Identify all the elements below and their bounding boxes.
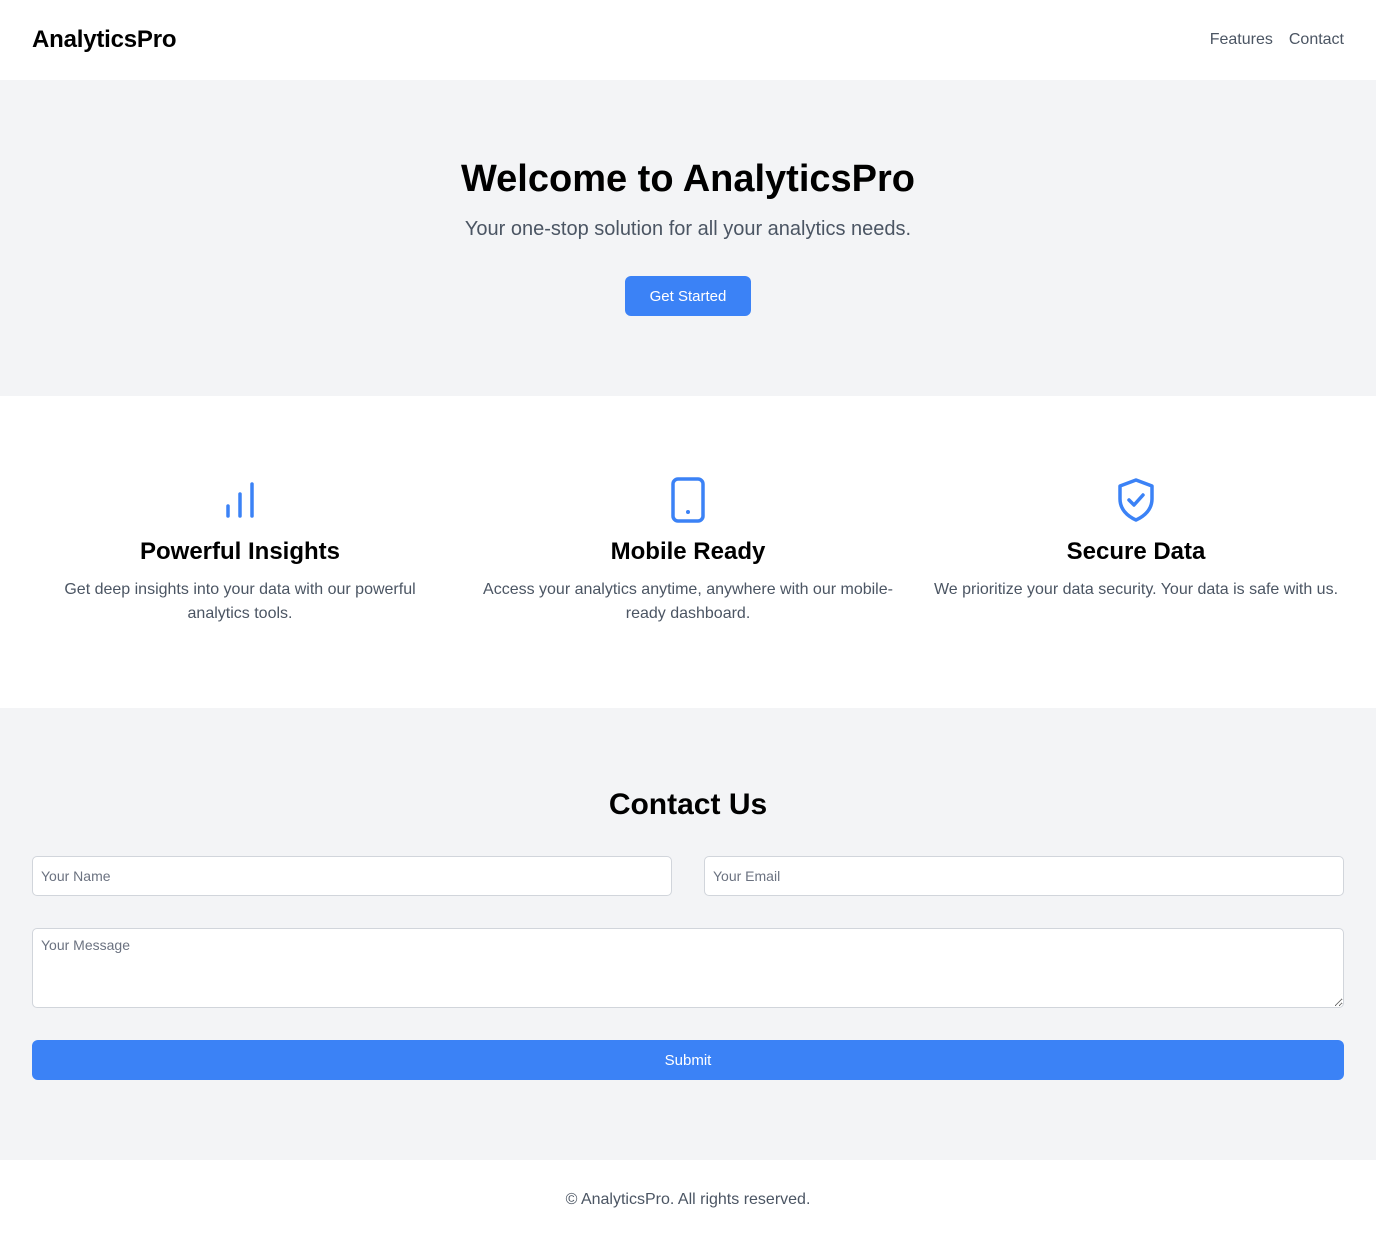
contact-section: Contact Us Submit [0,708,1376,1160]
main-nav: Features Contact [1210,31,1344,49]
feature-description: Get deep insights into your data with ou… [64,581,416,622]
site-footer: © AnalyticsPro. All rights reserved. [0,1160,1376,1240]
features-section: Powerful Insights Get deep insights into… [0,396,1376,708]
email-input[interactable] [704,856,1344,896]
contact-title: Contact Us [608,788,768,821]
hero-subtitle: Your one-stop solution for all your anal… [464,218,912,240]
shield-check-icon [928,476,1344,524]
brand-logo[interactable]: AnalyticsPro [32,26,177,54]
nav-link-features[interactable]: Features [1210,31,1273,49]
site-header: AnalyticsPro Features Contact [0,0,1376,80]
hero-section: Welcome to AnalyticsPro Your one-stop so… [0,80,1376,396]
feature-card-mobile: Mobile Ready Access your analytics anyti… [480,476,896,626]
feature-card-security: Secure Data We prioritize your data secu… [928,476,1344,602]
feature-description: We prioritize your data security. Your d… [933,581,1339,598]
footer-copyright: © AnalyticsPro. All rights reserved. [565,1191,811,1208]
feature-title: Secure Data [1066,538,1206,565]
bar-chart-icon [32,476,448,524]
feature-description: Access your analytics anytime, anywhere … [483,581,893,622]
name-input[interactable] [32,856,672,896]
feature-title: Mobile Ready [610,538,766,565]
submit-button[interactable]: Submit [32,1040,1344,1080]
mobile-phone-icon [480,476,896,524]
nav-link-contact[interactable]: Contact [1289,31,1344,49]
message-textarea[interactable] [32,928,1344,1008]
get-started-button[interactable]: Get Started [625,276,751,316]
feature-card-insights: Powerful Insights Get deep insights into… [32,476,448,626]
feature-title: Powerful Insights [139,538,340,565]
hero-title: Welcome to AnalyticsPro [460,158,915,200]
